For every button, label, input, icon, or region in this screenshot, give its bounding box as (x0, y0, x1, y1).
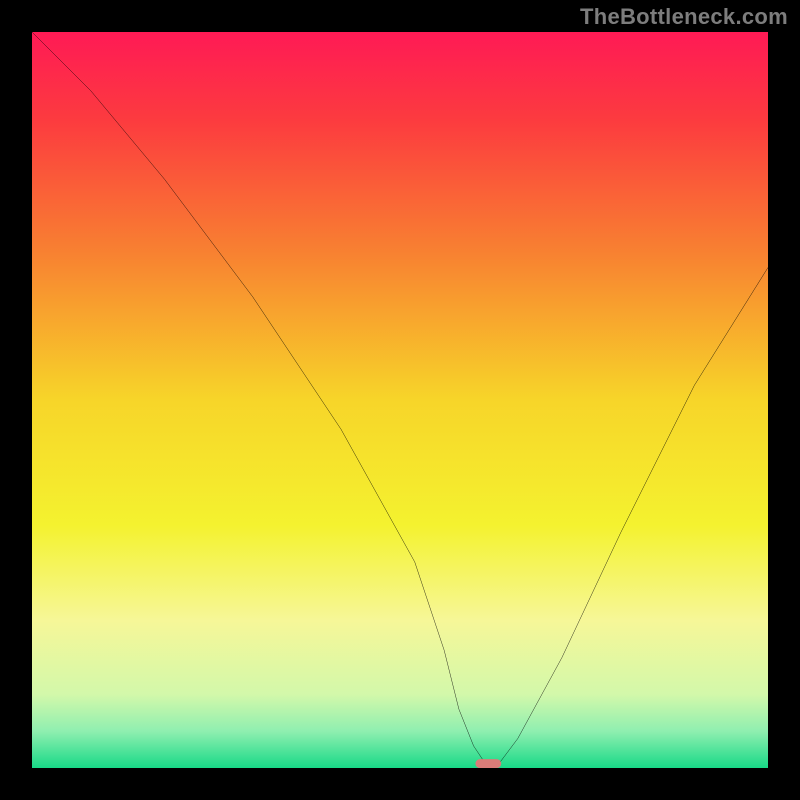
gradient-background (32, 32, 768, 768)
bottleneck-heatmap-chart: TheBottleneck.com (0, 0, 800, 800)
optimal-marker (475, 759, 501, 768)
attribution-watermark: TheBottleneck.com (580, 4, 788, 30)
chart-svg (32, 32, 768, 768)
plot-area (32, 32, 768, 768)
